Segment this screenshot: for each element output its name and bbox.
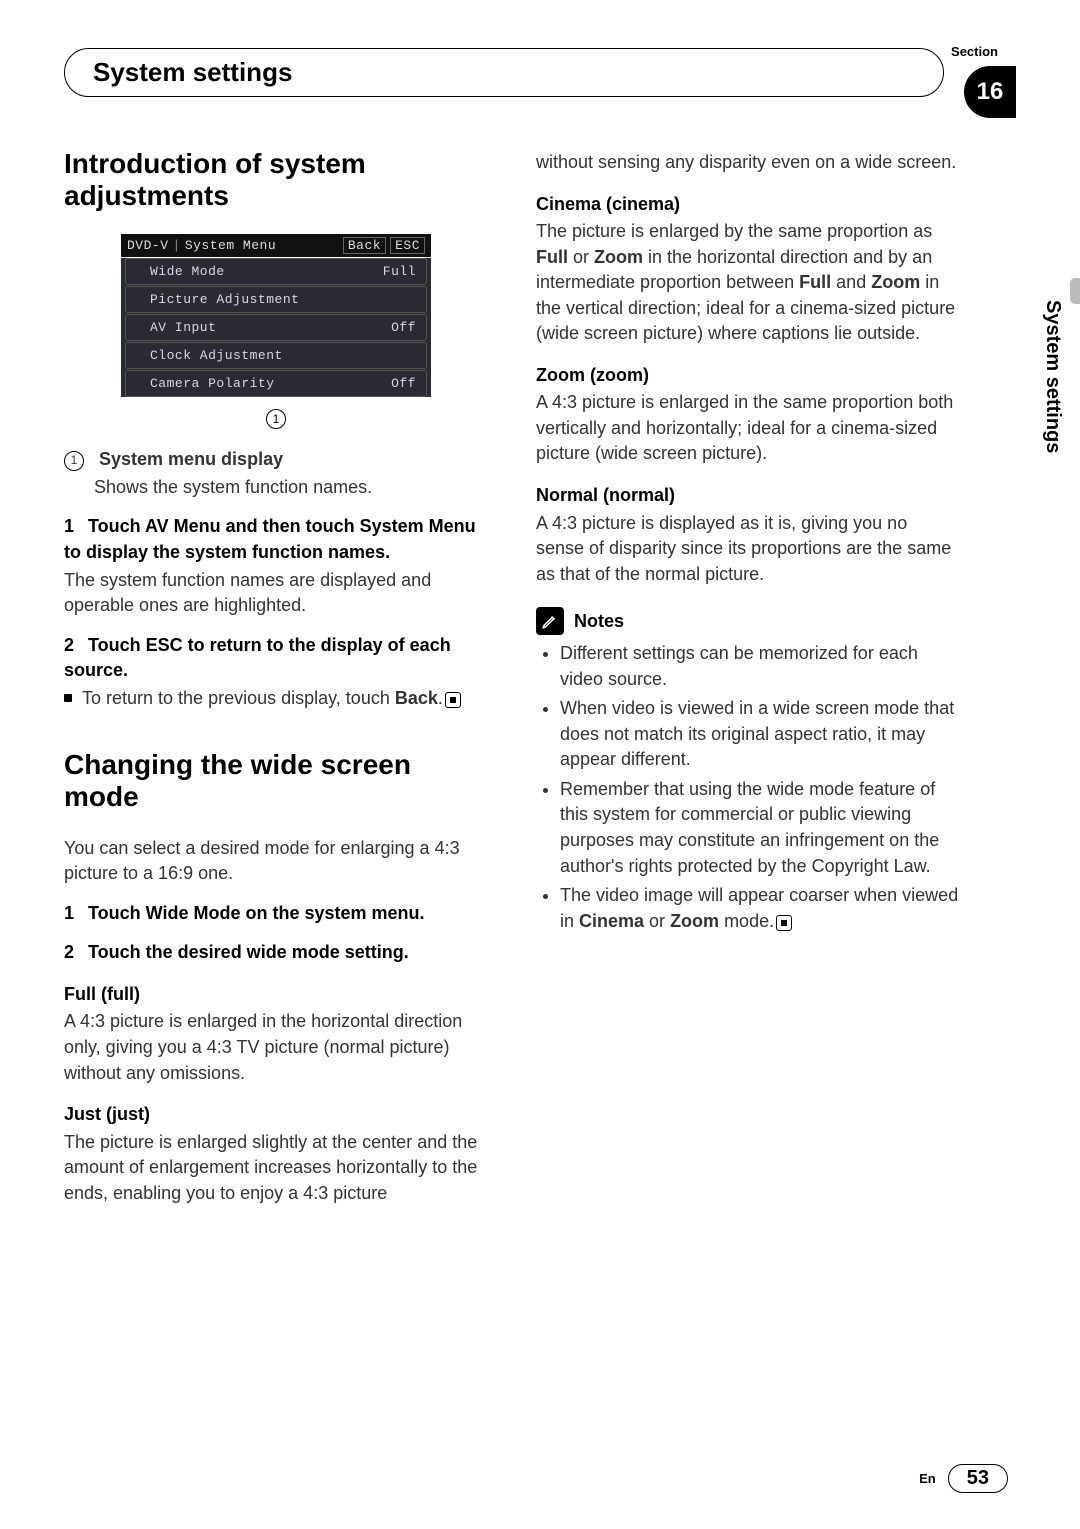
- scr-row-wide-mode[interactable]: Wide ModeFull: [125, 258, 427, 285]
- pencil-icon: [536, 607, 564, 635]
- full-heading: Full (full): [64, 982, 488, 1008]
- end-mark-icon: [776, 915, 792, 931]
- heading-wide-mode: Changing the wide screen mode: [64, 749, 488, 813]
- normal-heading: Normal (normal): [536, 483, 960, 509]
- wide-step2: Touch the desired wide mode setting.: [88, 942, 409, 962]
- zoom-heading: Zoom (zoom): [536, 363, 960, 389]
- note-item: When video is viewed in a wide screen mo…: [560, 696, 960, 773]
- notes-title: Notes: [574, 611, 624, 632]
- cinema-heading: Cinema (cinema): [536, 192, 960, 218]
- wide-step1: Touch Wide Mode on the system menu.: [88, 903, 425, 923]
- normal-body: A 4:3 picture is displayed as it is, giv…: [536, 511, 960, 588]
- zoom-body: A 4:3 picture is enlarged in the same pr…: [536, 390, 960, 467]
- system-menu-screenshot: DVD-V | System Menu Back ESC Wide ModeFu…: [121, 234, 431, 397]
- scr-row-av-input[interactable]: AV InputOff: [125, 314, 427, 341]
- scr-row-clock-adjustment[interactable]: Clock Adjustment: [125, 342, 427, 369]
- page-footer: En 53: [919, 1464, 1008, 1493]
- step2-heading: Touch ESC to return to the display of ea…: [64, 635, 451, 681]
- just-cont: without sensing any disparity even on a …: [536, 150, 960, 176]
- side-tab-label: System settings: [1041, 300, 1064, 453]
- bullet-icon: [64, 694, 72, 702]
- callout-marker-1: 1: [266, 409, 286, 429]
- full-body: A 4:3 picture is enlarged in the horizon…: [64, 1009, 488, 1086]
- footer-page-number: 53: [948, 1464, 1008, 1493]
- scr-row-camera-polarity[interactable]: Camera PolarityOff: [125, 370, 427, 397]
- circled-1-icon: 1: [64, 451, 84, 471]
- end-mark-icon: [445, 692, 461, 708]
- just-heading: Just (just): [64, 1102, 488, 1128]
- callout-1-title: System menu display: [99, 449, 283, 469]
- step1-body: The system function names are displayed …: [64, 568, 488, 619]
- note-item: The video image will appear coarser when…: [560, 883, 960, 934]
- cinema-body: The picture is enlarged by the same prop…: [536, 219, 960, 347]
- back-word: Back: [395, 688, 438, 708]
- page-header: System settings: [64, 48, 944, 97]
- scr-menu-title: System Menu: [185, 238, 276, 253]
- note-item: Remember that using the wide mode featur…: [560, 777, 960, 879]
- callout-1-desc: Shows the system function names.: [64, 475, 488, 501]
- section-number-badge: 16: [964, 66, 1016, 118]
- step1-heading: Touch AV Menu and then touch System Menu…: [64, 516, 476, 562]
- scr-source: DVD-V: [127, 238, 169, 253]
- section-label: Section: [951, 44, 998, 59]
- note-item: Different settings can be memorized for …: [560, 641, 960, 692]
- just-body: The picture is enlarged slightly at the …: [64, 1130, 488, 1207]
- page-title: System settings: [93, 57, 915, 88]
- wide-intro: You can select a desired mode for enlarg…: [64, 836, 488, 887]
- scr-row-picture-adjustment[interactable]: Picture Adjustment: [125, 286, 427, 313]
- heading-intro: Introduction of system adjustments: [64, 148, 488, 212]
- notes-list: Different settings can be memorized for …: [536, 641, 960, 934]
- footer-lang: En: [919, 1471, 936, 1486]
- step2-body: To return to the previous display, touch: [82, 688, 390, 708]
- scr-back-button[interactable]: Back: [343, 237, 386, 254]
- side-tab-nub: [1070, 278, 1080, 304]
- scr-esc-button[interactable]: ESC: [390, 237, 425, 254]
